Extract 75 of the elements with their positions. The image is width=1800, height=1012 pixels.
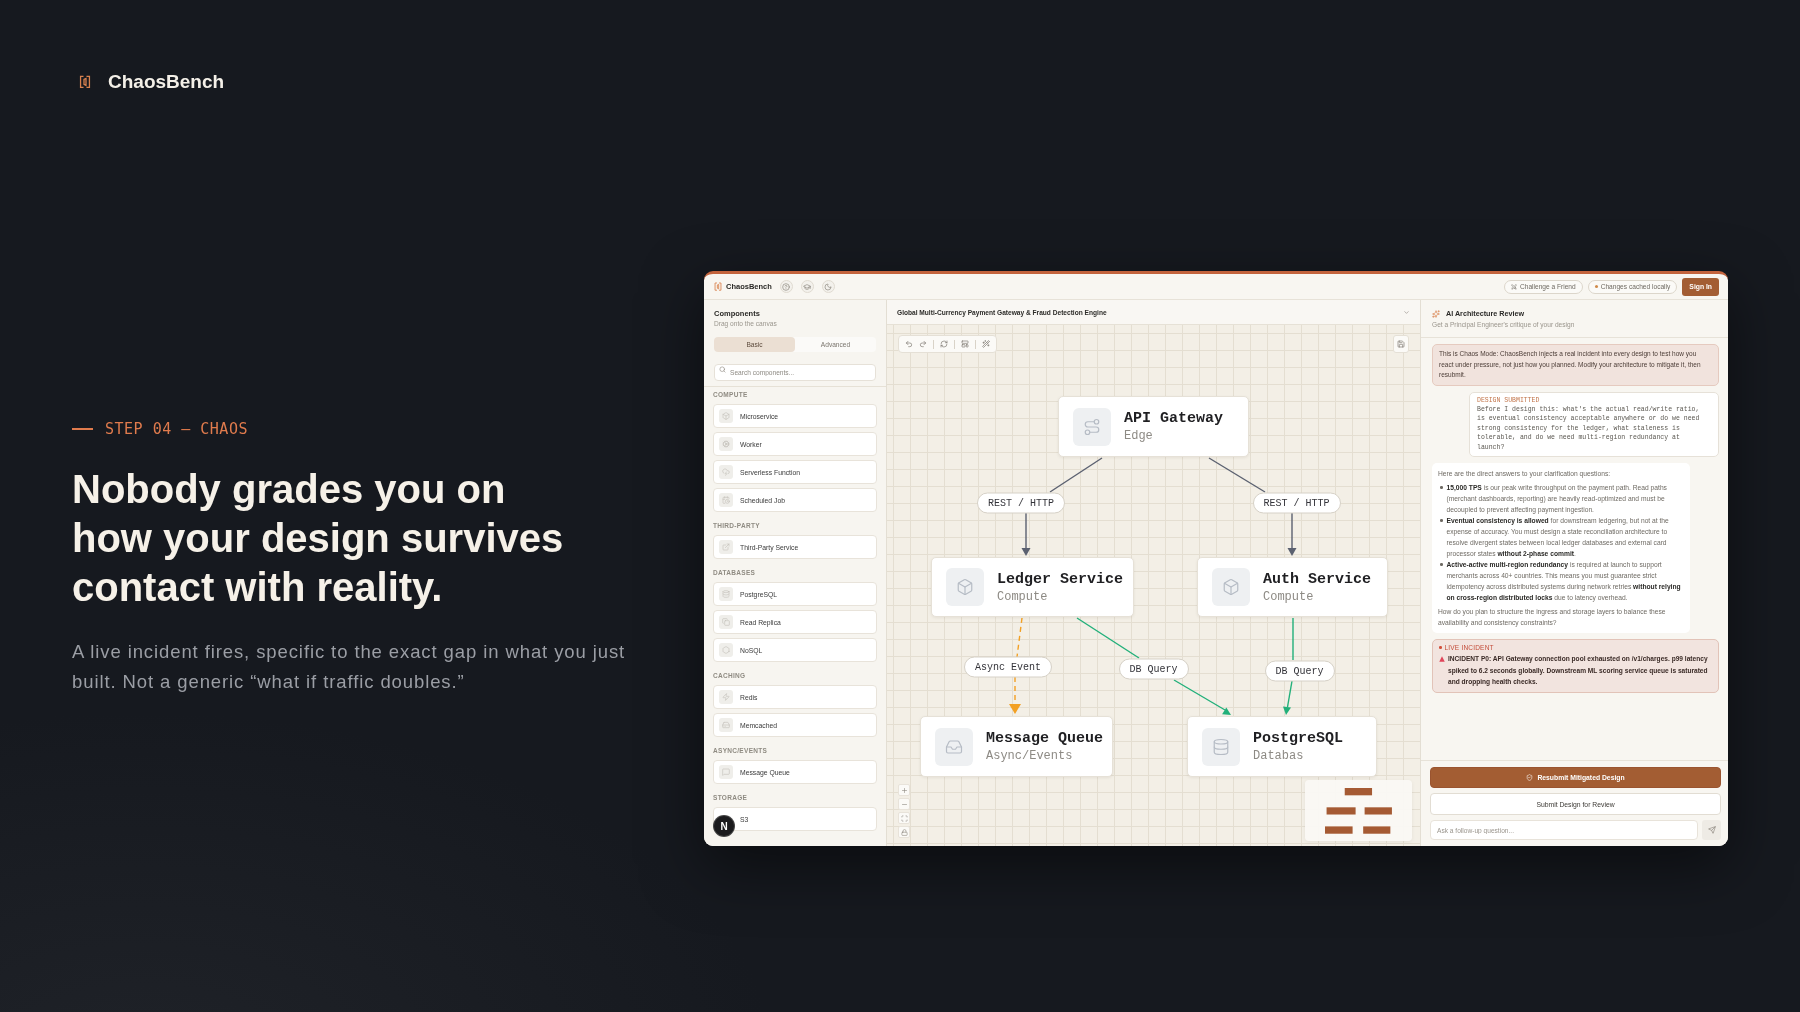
node-title: API Gateway xyxy=(1124,409,1224,428)
wand-icon[interactable] xyxy=(982,340,990,348)
shield-icon xyxy=(1526,774,1534,781)
minimap-node xyxy=(1325,826,1353,834)
service-node[interactable]: Auth Service Compute xyxy=(1197,557,1388,617)
lightning-icon xyxy=(719,690,733,704)
refresh-icon[interactable] xyxy=(940,340,948,348)
service-node[interactable]: PostgreSQL Databas xyxy=(1187,716,1377,777)
copy-icon xyxy=(719,615,733,629)
connection-label: DB Query xyxy=(1118,658,1189,680)
connection-label: DB Query xyxy=(1264,660,1335,681)
bullet-icon xyxy=(1440,519,1443,522)
gear-icon xyxy=(719,437,733,451)
search-icon xyxy=(719,366,726,373)
plus-icon[interactable] xyxy=(898,784,910,796)
brand-name: ChaosBench xyxy=(108,72,225,92)
cube-icon xyxy=(1212,568,1250,606)
node-title: Ledger Service xyxy=(997,569,1124,589)
layout-icon[interactable] xyxy=(961,340,969,348)
hexagon-icon xyxy=(719,643,733,657)
graduation-cap-icon[interactable] xyxy=(800,280,814,293)
connection-label: REST / HTTP xyxy=(1252,492,1341,513)
service-node[interactable]: Ledger Service Compute xyxy=(931,557,1134,617)
minus-icon[interactable] xyxy=(898,798,910,810)
node-subtitle: Databas xyxy=(1253,748,1305,764)
database-icon xyxy=(1202,727,1240,766)
lock-icon[interactable] xyxy=(898,826,910,838)
bullet-icon xyxy=(1440,486,1443,489)
help-icon[interactable] xyxy=(779,280,793,293)
connection-label: Async Event xyxy=(964,656,1052,678)
message-icon xyxy=(719,765,733,779)
sparkle-icon xyxy=(1432,309,1440,318)
save-icon[interactable] xyxy=(1393,335,1409,353)
external-link-icon xyxy=(719,540,733,554)
node-title: PostgreSQL xyxy=(1253,729,1343,748)
warning-triangle-icon xyxy=(1439,656,1445,662)
database-icon xyxy=(719,587,733,601)
node-subtitle: Compute xyxy=(1263,588,1315,605)
node-title: Auth Service xyxy=(1263,569,1372,589)
send-icon xyxy=(1707,826,1716,834)
headline: Nobody grades you on how your design survives contact with reality. xyxy=(72,466,565,611)
fit-view-icon[interactable] xyxy=(898,812,910,824)
logo-icon xyxy=(714,281,722,292)
send-button[interactable] xyxy=(1702,820,1721,840)
chevron-icon[interactable] xyxy=(1403,308,1410,316)
minimap-node xyxy=(1363,826,1391,834)
minimap-node xyxy=(1344,788,1373,796)
description: A live incident fires, specific to the exact gap in what you just built. Not a generic “what if traffic doubles.” xyxy=(72,640,627,694)
logo-icon xyxy=(79,75,91,89)
live-dot-icon xyxy=(1439,646,1442,649)
redo-icon[interactable] xyxy=(919,340,927,348)
cube-icon xyxy=(946,568,984,606)
route-icon xyxy=(1073,407,1111,446)
node-subtitle: Edge xyxy=(1124,428,1154,444)
bullet-icon xyxy=(1440,563,1443,566)
service-node[interactable]: Message Queue Async/Events xyxy=(920,716,1113,777)
drive-icon xyxy=(719,718,733,732)
status-dot-icon xyxy=(1594,285,1598,288)
minimap-node xyxy=(1364,807,1392,815)
indicator-badge[interactable]: N xyxy=(714,816,734,836)
node-title: Message Queue xyxy=(986,729,1104,748)
box-icon xyxy=(719,409,733,423)
undo-icon[interactable] xyxy=(905,340,913,348)
moon-icon[interactable] xyxy=(821,280,835,293)
connection-label: REST / HTTP xyxy=(977,492,1065,513)
inbox-icon xyxy=(935,727,973,766)
service-node[interactable]: API Gateway Edge xyxy=(1058,396,1249,457)
swords-icon xyxy=(1510,283,1517,290)
minimap[interactable] xyxy=(1305,780,1412,841)
calendar-icon xyxy=(719,493,733,507)
step-label: STEP 04 — CHAOS xyxy=(105,420,248,438)
minimap-node xyxy=(1326,807,1356,815)
cloud-icon xyxy=(719,465,733,479)
node-subtitle: Async/Events xyxy=(986,748,1074,764)
node-subtitle: Compute xyxy=(997,588,1049,605)
